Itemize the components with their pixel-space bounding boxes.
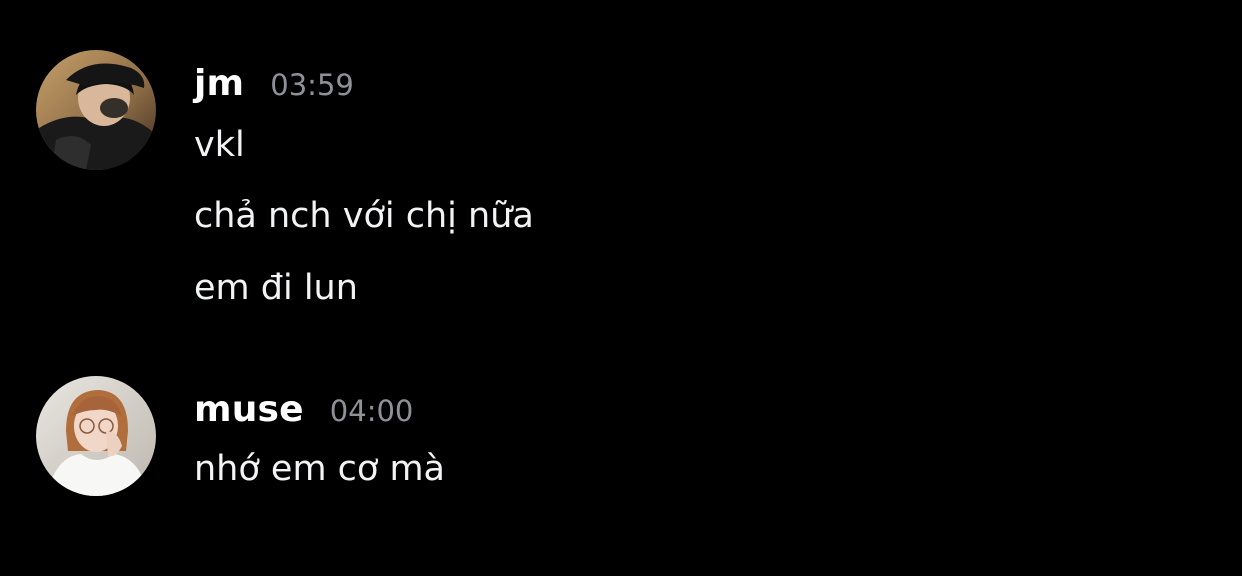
message-text[interactable]: vkl xyxy=(194,123,245,167)
username[interactable]: muse xyxy=(194,389,304,430)
message-text[interactable]: nhớ em cơ mà xyxy=(194,447,445,491)
timestamp: 04:00 xyxy=(329,394,414,428)
avatar[interactable] xyxy=(36,50,156,170)
timestamp: 03:59 xyxy=(270,68,354,102)
message-header: jm 03:59 xyxy=(194,63,354,107)
message-text[interactable]: chả nch với chị nữa xyxy=(194,194,534,238)
message-text[interactable]: em đi lun xyxy=(194,266,358,310)
username[interactable]: jm xyxy=(194,63,244,104)
user-avatar-icon xyxy=(36,50,156,170)
avatar[interactable] xyxy=(36,376,156,496)
user-avatar-icon xyxy=(36,376,156,496)
message-header: muse 04:00 xyxy=(194,389,413,433)
